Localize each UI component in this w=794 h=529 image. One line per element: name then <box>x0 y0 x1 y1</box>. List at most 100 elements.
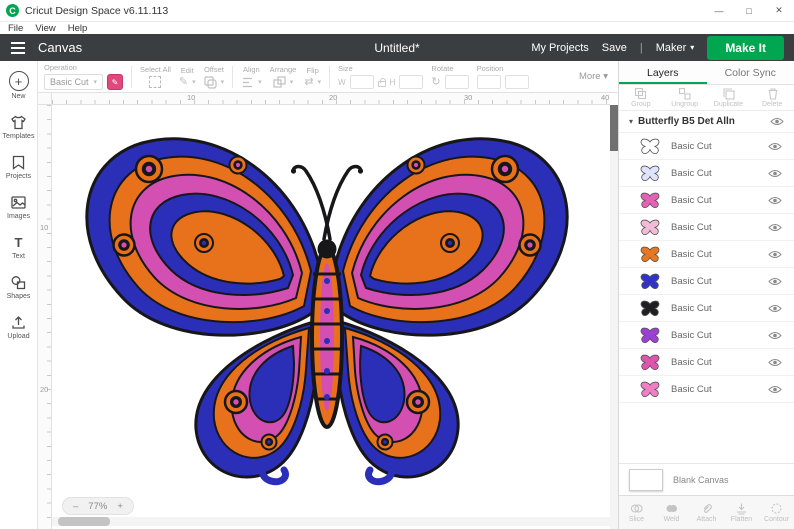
more-button[interactable]: More ▾ <box>579 71 612 82</box>
attach-button[interactable]: Attach <box>689 502 724 523</box>
visibility-eye-icon[interactable] <box>768 277 782 286</box>
zoom-in-button[interactable]: + <box>117 501 123 512</box>
vertical-scrollbar[interactable] <box>610 105 618 529</box>
flip-label: Flip <box>306 65 319 75</box>
visibility-eye-icon[interactable] <box>768 169 782 178</box>
layer-label: Basic Cut <box>671 140 712 152</box>
menu-file[interactable]: File <box>8 23 23 34</box>
width-input[interactable] <box>349 75 374 89</box>
height-input[interactable] <box>399 75 424 89</box>
canvas-label: Canvas <box>38 40 83 55</box>
projects-icon <box>12 155 25 170</box>
visibility-eye-icon[interactable] <box>768 304 782 313</box>
sidebar-item-projects[interactable]: Projects <box>6 154 31 180</box>
slice-button[interactable]: Slice <box>619 502 654 523</box>
visibility-eye-icon[interactable] <box>768 142 782 151</box>
color-swatch[interactable]: ✎ <box>107 74 124 90</box>
ruler-mark: 30 <box>464 93 473 102</box>
lock-icon[interactable] <box>377 77 386 87</box>
make-it-button[interactable]: Make It <box>707 35 784 60</box>
duplicate-button[interactable]: Duplicate <box>707 87 751 108</box>
layer-label: Basic Cut <box>671 356 712 368</box>
machine-selector[interactable]: Maker ▾ <box>656 42 695 54</box>
layer-row[interactable]: Basic Cut <box>619 187 794 214</box>
layer-row[interactable]: Basic Cut <box>619 376 794 403</box>
tab-layers[interactable]: Layers <box>619 61 707 84</box>
save-link[interactable]: Save <box>602 42 627 54</box>
left-sidebar: + New Templates Projects Images T Text S… <box>0 61 38 529</box>
ruler-mark: 10 <box>40 223 49 232</box>
layer-row[interactable]: Basic Cut <box>619 349 794 376</box>
visibility-eye-icon[interactable] <box>768 196 782 205</box>
layer-label: Basic Cut <box>671 167 712 179</box>
layer-label: Basic Cut <box>671 275 712 287</box>
butterfly-thumbnail-icon <box>640 246 660 262</box>
hamburger-menu-icon[interactable] <box>0 34 36 61</box>
position-x-input[interactable] <box>476 75 501 89</box>
align-group[interactable]: Align ▾ <box>241 65 262 89</box>
butterfly-thumbnail-icon <box>640 138 660 154</box>
window-controls: — □ ✕ <box>704 0 794 21</box>
rotate-group: Rotate ↻ <box>431 64 469 89</box>
weld-button[interactable]: Weld <box>654 502 689 523</box>
canvas-color-swatch[interactable] <box>629 468 663 491</box>
chevron-down-icon: ▾ <box>220 79 225 86</box>
tab-color-sync[interactable]: Color Sync <box>707 61 794 84</box>
sidebar-item-shapes[interactable]: Shapes <box>7 274 30 300</box>
menubar: File View Help <box>0 22 794 34</box>
position-y-input[interactable] <box>504 75 529 89</box>
minimize-icon[interactable]: — <box>704 0 734 21</box>
horizontal-scrollbar[interactable] <box>52 517 610 526</box>
my-projects-link[interactable]: My Projects <box>531 42 588 54</box>
close-icon[interactable]: ✕ <box>764 0 794 21</box>
sidebar-item-upload[interactable]: Upload <box>7 314 30 340</box>
contour-button[interactable]: Contour <box>759 502 794 523</box>
sidebar-item-templates[interactable]: Templates <box>3 114 34 140</box>
layer-row[interactable]: Basic Cut <box>619 133 794 160</box>
size-group: Size W H <box>338 64 424 89</box>
sidebar-item-images[interactable]: Images <box>7 194 30 220</box>
layer-row[interactable]: Basic Cut <box>619 160 794 187</box>
chevron-down-icon[interactable]: ▾ <box>629 117 633 126</box>
vertical-scrollbar-thumb[interactable] <box>610 105 618 151</box>
flip-icon: ⇄ <box>304 75 314 88</box>
sidebar-label: Text <box>12 253 25 260</box>
layer-group-header[interactable]: ▾ Butterfly B5 Det Alln <box>619 111 794 133</box>
visibility-eye-icon[interactable] <box>768 358 782 367</box>
sidebar-item-text[interactable]: T Text <box>10 234 27 260</box>
offset-group[interactable]: Offset ▾ <box>204 65 225 89</box>
operation-dropdown[interactable]: Basic Cut ▾ <box>44 74 104 90</box>
arrange-group[interactable]: Arrange ▾ <box>270 65 296 89</box>
visibility-eye-icon[interactable] <box>768 223 782 232</box>
flip-group[interactable]: Flip ⇄ ▾ <box>304 66 321 88</box>
layer-row[interactable]: Basic Cut <box>619 295 794 322</box>
layer-row[interactable]: Basic Cut <box>619 268 794 295</box>
ungroup-button[interactable]: Ungroup <box>663 87 707 108</box>
menu-view[interactable]: View <box>35 23 55 34</box>
menu-help[interactable]: Help <box>68 23 88 34</box>
butterfly-artwork[interactable] <box>62 109 592 487</box>
visibility-eye-icon[interactable] <box>768 385 782 394</box>
rotate-input[interactable] <box>444 75 469 89</box>
svg-text:T: T <box>15 235 23 250</box>
flatten-button[interactable]: Flatten <box>724 502 759 523</box>
design-canvas[interactable]: – 77% + <box>52 105 610 529</box>
edit-group[interactable]: Edit ✎ ▾ <box>179 66 196 88</box>
visibility-eye-icon[interactable] <box>768 331 782 340</box>
blank-canvas-row[interactable]: Blank Canvas <box>619 463 794 495</box>
zoom-out-button[interactable]: – <box>73 501 78 512</box>
delete-button[interactable]: Delete <box>750 87 794 108</box>
select-all-icon <box>149 76 162 88</box>
maximize-icon[interactable]: □ <box>734 0 764 21</box>
group-button[interactable]: Group <box>619 87 663 108</box>
horizontal-ruler: 10 20 30 40 <box>52 93 610 105</box>
visibility-eye-icon[interactable] <box>768 250 782 259</box>
cricut-logo: C <box>6 4 19 17</box>
layer-row[interactable]: Basic Cut <box>619 214 794 241</box>
horizontal-scrollbar-thumb[interactable] <box>58 517 110 526</box>
sidebar-item-new[interactable]: + New <box>8 71 29 100</box>
select-all-group[interactable]: Select All <box>140 65 171 88</box>
layer-row[interactable]: Basic Cut <box>619 241 794 268</box>
visibility-eye-icon[interactable] <box>770 117 784 126</box>
layer-row[interactable]: Basic Cut <box>619 322 794 349</box>
